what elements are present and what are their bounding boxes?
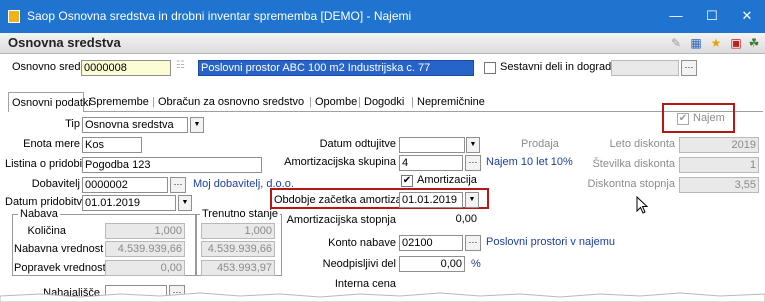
- enota-mere-field[interactable]: Kos: [82, 137, 142, 153]
- listina-label: Listina o pridobitvi: [5, 158, 94, 170]
- components-label: Sestavni deli in dograditve: [500, 61, 629, 73]
- enota-mere-label: Enota mere: [23, 138, 80, 150]
- nabavna-vrednost-field: 4.539.939,66: [105, 241, 185, 257]
- kolicina-label: Količina: [27, 225, 66, 237]
- kolicina-field: 1,000: [105, 223, 185, 239]
- chevron-down-icon[interactable]: ▼: [465, 192, 479, 208]
- tab-obracun[interactable]: Obračun za osnovno sredstvo: [158, 92, 304, 112]
- chevron-down-icon[interactable]: ▼: [466, 137, 480, 153]
- tip-label: Tip: [65, 118, 80, 130]
- konto-nabave-field[interactable]: 02100: [399, 235, 463, 251]
- components-browse-button[interactable]: ···: [681, 60, 697, 76]
- tree-icon[interactable]: ☘: [746, 35, 762, 51]
- interna-cena-label: Interna cena: [334, 278, 396, 290]
- nabavna-vrednost-label: Nabavna vrednost: [14, 243, 104, 255]
- najem-checkbox[interactable]: ✔: [677, 113, 689, 125]
- amortizacija-label: Amortizacija: [417, 174, 477, 186]
- tab-nepremicnine[interactable]: Nepremičnine: [417, 92, 485, 112]
- asset-label: Osnovno sredstvo: [12, 61, 101, 73]
- dobavitelj-label: Dobavitelj: [31, 178, 80, 190]
- pdf-icon[interactable]: ▣: [728, 35, 744, 51]
- amortizacijska-skupina-field[interactable]: 4: [399, 155, 463, 171]
- trenutno-popravek-field: 453.993,97: [201, 260, 275, 276]
- tab-osnovni-podatki[interactable]: Osnovni podatki: [8, 92, 91, 112]
- minimize-button[interactable]: —: [664, 6, 688, 26]
- tab-opombe[interactable]: Opombe: [315, 92, 357, 112]
- lookup-icon[interactable]: ☷: [176, 60, 185, 71]
- leto-diskonta-field: 2019: [679, 137, 759, 153]
- section-header: Osnovna sredstva ✎ ▦ ★ ▣ ☘: [0, 33, 765, 54]
- components-checkbox[interactable]: [484, 62, 496, 74]
- window-title: Saop Osnovna sredstva in drobni inventar…: [27, 9, 412, 23]
- amortizacijska-skupina-browse-button[interactable]: ···: [465, 155, 481, 171]
- window-titlebar: Saop Osnovna sredstva in drobni inventar…: [0, 0, 765, 33]
- datum-pridobitve-label: Datum pridobitve: [5, 196, 89, 208]
- dobavitelj-field[interactable]: 0000002: [82, 177, 168, 193]
- asset-code-field[interactable]: 0000008: [81, 60, 171, 76]
- brush-icon[interactable]: ✎: [668, 35, 684, 51]
- popravek-label: Popravek vrednosti: [14, 262, 109, 274]
- section-title: Osnovna sredstva: [8, 35, 121, 50]
- star-icon[interactable]: ★: [708, 35, 724, 51]
- close-button[interactable]: ✕: [735, 6, 759, 26]
- diskontna-stopnja-label: Diskontna stopnja: [587, 178, 675, 190]
- trenutno-kolicina-field: 1,000: [201, 223, 275, 239]
- components-field: [611, 60, 679, 76]
- popravek-field: 0,00: [105, 260, 185, 276]
- maximize-button[interactable]: ☐: [700, 6, 724, 26]
- app-icon: [8, 10, 20, 23]
- amortizacijska-skupina-name: Najem 10 let 10%: [486, 156, 573, 168]
- obdobje-label: Obdobje začetka amortizacije: [274, 194, 419, 206]
- stevilka-diskonta-field: 1: [679, 157, 759, 173]
- chevron-down-icon[interactable]: ▼: [190, 117, 204, 133]
- amortizacijska-stopnja-label: Amortizacijska stopnja: [286, 214, 396, 226]
- torn-edge: [0, 292, 765, 302]
- asset-name-field[interactable]: Poslovni prostor ABC 100 m2 Industrijska…: [198, 60, 474, 76]
- obdobje-field[interactable]: 01.01.2019: [399, 192, 463, 208]
- trenutno-nabavna-field: 4.539.939,66: [201, 241, 275, 257]
- najem-label: Najem: [693, 112, 725, 124]
- trenutno-group-title: Trenutno stanje: [200, 208, 281, 220]
- amortizacijska-stopnja-field[interactable]: 0,00: [399, 212, 479, 228]
- mouse-cursor-icon: [636, 196, 649, 214]
- neodpisljivi-field[interactable]: 0,00: [399, 256, 465, 272]
- tab-spremembe[interactable]: Spremembe: [89, 92, 149, 112]
- konto-nabave-browse-button[interactable]: ···: [465, 235, 481, 251]
- percent-unit: %: [471, 258, 481, 270]
- amortizacija-checkbox[interactable]: ✔: [401, 175, 413, 187]
- chevron-down-icon[interactable]: ▼: [178, 195, 192, 211]
- tip-select[interactable]: Osnovna sredstva: [82, 117, 188, 133]
- leto-diskonta-label: Leto diskonta: [609, 138, 675, 150]
- datum-pridobitve-field[interactable]: 01.01.2019: [82, 195, 176, 211]
- neodpisljivi-label: Neodpisljivi del: [322, 258, 396, 270]
- amortizacijska-skupina-label: Amortizacijska skupina: [284, 156, 396, 168]
- diskontna-stopnja-field: 3,55: [679, 177, 759, 193]
- grid-icon[interactable]: ▦: [688, 35, 704, 51]
- prodaja-label: Prodaja: [521, 138, 559, 150]
- konto-nabave-name: Poslovni prostori v najemu: [486, 236, 616, 248]
- dobavitelj-browse-button[interactable]: ···: [170, 177, 186, 193]
- nabava-group-title: Nabava: [18, 208, 60, 220]
- datum-odtujitve-field[interactable]: [399, 137, 465, 153]
- listina-field[interactable]: Pogodba 123: [82, 157, 262, 173]
- tab-dogodki[interactable]: Dogodki: [364, 92, 404, 112]
- stevilka-diskonta-label: Številka diskonta: [592, 158, 675, 170]
- konto-nabave-label: Konto nabave: [328, 237, 396, 249]
- datum-odtujitve-label: Datum odtujitve: [319, 138, 396, 150]
